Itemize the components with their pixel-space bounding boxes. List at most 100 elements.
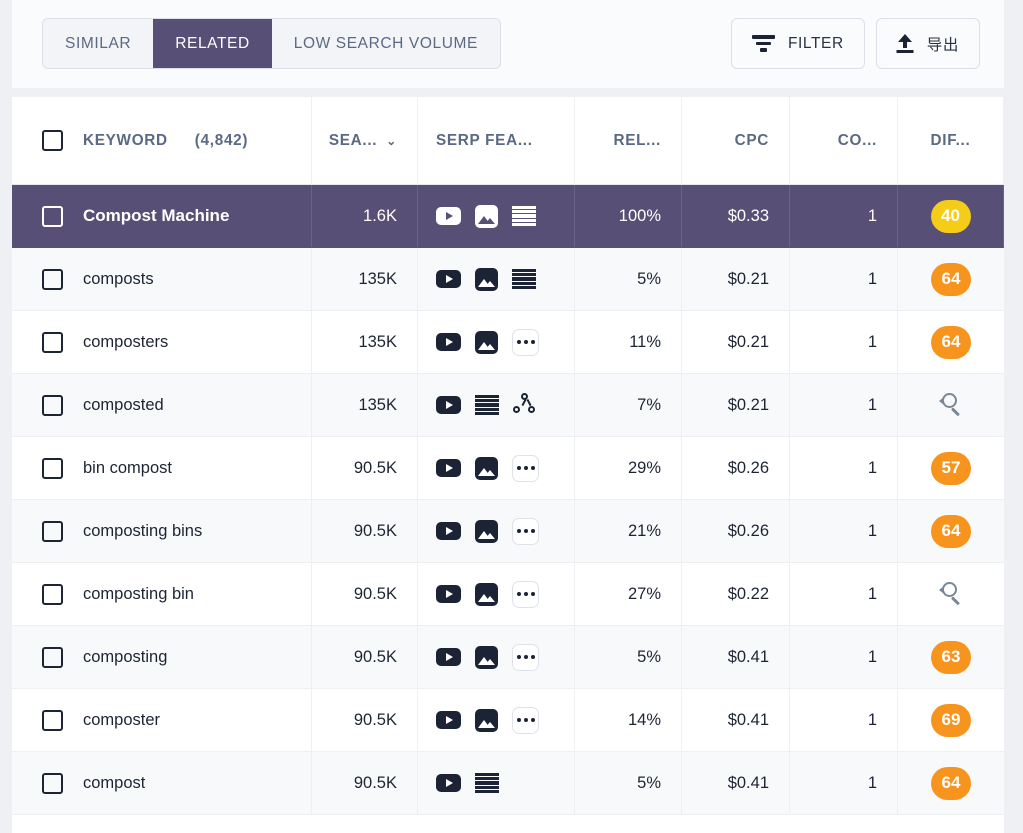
- cell-competition: 1: [790, 563, 898, 625]
- row-checkbox[interactable]: [42, 457, 63, 479]
- table-row[interactable]: composting 90.5K 5% $0.41 1 63: [12, 626, 1004, 689]
- chevron-down-icon[interactable]: ⌄: [386, 134, 397, 148]
- cell-search-volume: 90.5K: [312, 563, 418, 625]
- video-icon[interactable]: [436, 459, 461, 477]
- refresh-magnifier-icon[interactable]: [938, 392, 964, 418]
- more-icon[interactable]: [512, 580, 539, 608]
- cell-keyword: composts: [12, 248, 312, 310]
- image-icon[interactable]: [475, 519, 498, 543]
- table-row[interactable]: composter 90.5K 14% $0.41 1 69: [12, 689, 1004, 752]
- video-icon[interactable]: [436, 774, 461, 792]
- image-icon[interactable]: [475, 645, 498, 669]
- video-icon[interactable]: [436, 648, 461, 666]
- column-header-volume[interactable]: SEA... ⌄: [312, 97, 418, 184]
- image-icon[interactable]: [475, 267, 498, 291]
- video-icon[interactable]: [436, 711, 461, 729]
- difficulty-badge: 69: [931, 703, 971, 737]
- keyword-text[interactable]: composted: [83, 396, 164, 415]
- cell-serp-features: [418, 185, 575, 247]
- cell-difficulty: 64: [898, 752, 1004, 814]
- more-icon[interactable]: [512, 454, 539, 482]
- image-icon[interactable]: [475, 456, 498, 480]
- row-checkbox[interactable]: [42, 268, 63, 290]
- keyword-text[interactable]: bin compost: [83, 459, 172, 478]
- cell-relevance: 11%: [575, 311, 682, 373]
- view-tabs: SIMILAR RELATED LOW SEARCH VOLUME: [42, 18, 501, 69]
- cell-serp-features: [418, 374, 575, 436]
- row-checkbox[interactable]: [42, 709, 63, 731]
- cell-keyword: composting bins: [12, 500, 312, 562]
- video-icon[interactable]: [436, 207, 461, 225]
- keyword-text[interactable]: composters: [83, 333, 168, 352]
- more-icon[interactable]: [512, 706, 539, 734]
- table-row[interactable]: composting bins 90.5K 21% $0.26 1 64: [12, 500, 1004, 563]
- difficulty-badge: 57: [931, 451, 971, 485]
- image-icon[interactable]: [475, 330, 498, 354]
- cell-keyword: composted: [12, 374, 312, 436]
- keyword-text[interactable]: composter: [83, 711, 160, 730]
- cell-cpc: $0.41: [682, 752, 790, 814]
- image-icon[interactable]: [475, 708, 498, 732]
- difficulty-badge: 40: [930, 199, 971, 233]
- list-icon[interactable]: [475, 772, 499, 794]
- column-header-keyword: KEYWORD (4,842): [12, 97, 312, 184]
- keyword-text[interactable]: composting bin: [83, 585, 194, 604]
- image-icon[interactable]: [475, 582, 498, 606]
- table-row[interactable]: composters 135K 11% $0.21 1 64: [12, 311, 1004, 374]
- row-checkbox[interactable]: [42, 583, 63, 605]
- tab-similar[interactable]: SIMILAR: [43, 19, 153, 68]
- export-button-label: 导出: [926, 36, 959, 54]
- keyword-text[interactable]: composting: [83, 648, 167, 667]
- table-row[interactable]: composts 135K 5% $0.21 1 64: [12, 248, 1004, 311]
- toolbar-actions: FILTER 导出: [730, 18, 980, 69]
- filter-button[interactable]: FILTER: [730, 18, 865, 69]
- difficulty-badge: 64: [931, 262, 971, 296]
- upload-icon: [896, 34, 914, 53]
- list-icon[interactable]: [512, 268, 536, 290]
- keyword-text[interactable]: compost: [83, 774, 145, 793]
- column-header-cpc: CPC: [682, 97, 790, 184]
- video-icon[interactable]: [436, 585, 461, 603]
- cell-difficulty: 64: [898, 500, 1004, 562]
- column-header-cpc-label: CPC: [734, 131, 769, 149]
- image-icon[interactable]: [475, 204, 498, 228]
- row-checkbox[interactable]: [42, 772, 63, 794]
- cell-serp-features: [418, 626, 575, 688]
- row-checkbox[interactable]: [42, 205, 63, 227]
- row-checkbox[interactable]: [42, 520, 63, 542]
- cell-search-volume: 90.5K: [312, 500, 418, 562]
- cell-cpc: $0.33: [682, 185, 790, 247]
- keyword-text[interactable]: composting bins: [83, 522, 202, 541]
- video-icon[interactable]: [436, 522, 461, 540]
- table-row[interactable]: composted 135K 7% $0.21 1: [12, 374, 1004, 437]
- keyword-text[interactable]: Compost Machine: [83, 206, 229, 226]
- video-icon[interactable]: [436, 333, 461, 351]
- keyword-text[interactable]: composts: [83, 270, 154, 289]
- video-icon[interactable]: [436, 396, 461, 414]
- video-icon[interactable]: [436, 270, 461, 288]
- table-row[interactable]: bin compost 90.5K 29% $0.26 1 57: [12, 437, 1004, 500]
- row-checkbox[interactable]: [42, 331, 63, 353]
- table-row[interactable]: composting bin 90.5K 27% $0.22 1: [12, 563, 1004, 626]
- cell-search-volume: 135K: [312, 311, 418, 373]
- table-row[interactable]: compost 90.5K 5% $0.41 1 64: [12, 752, 1004, 815]
- tab-related[interactable]: RELATED: [153, 19, 272, 68]
- refresh-magnifier-icon[interactable]: [938, 581, 964, 607]
- cell-competition: 1: [790, 311, 898, 373]
- list-icon[interactable]: [475, 394, 499, 416]
- column-header-serp: SERP FEA...: [418, 97, 575, 184]
- row-checkbox[interactable]: [42, 646, 63, 668]
- row-checkbox[interactable]: [42, 394, 63, 416]
- node-graph-icon[interactable]: [513, 393, 539, 417]
- cell-keyword: composters: [12, 311, 312, 373]
- export-button[interactable]: 导出: [875, 18, 980, 69]
- more-icon[interactable]: [512, 643, 539, 671]
- list-icon[interactable]: [512, 205, 536, 227]
- cell-cpc: $0.26: [682, 437, 790, 499]
- select-all-checkbox[interactable]: [42, 130, 63, 151]
- more-icon[interactable]: [512, 517, 539, 545]
- table-row[interactable]: Compost Machine 1.6K 100% $0.33 1 40: [12, 185, 1004, 248]
- more-icon[interactable]: [512, 328, 539, 356]
- difficulty-badge: 64: [931, 514, 971, 548]
- tab-low-search-volume[interactable]: LOW SEARCH VOLUME: [272, 19, 500, 68]
